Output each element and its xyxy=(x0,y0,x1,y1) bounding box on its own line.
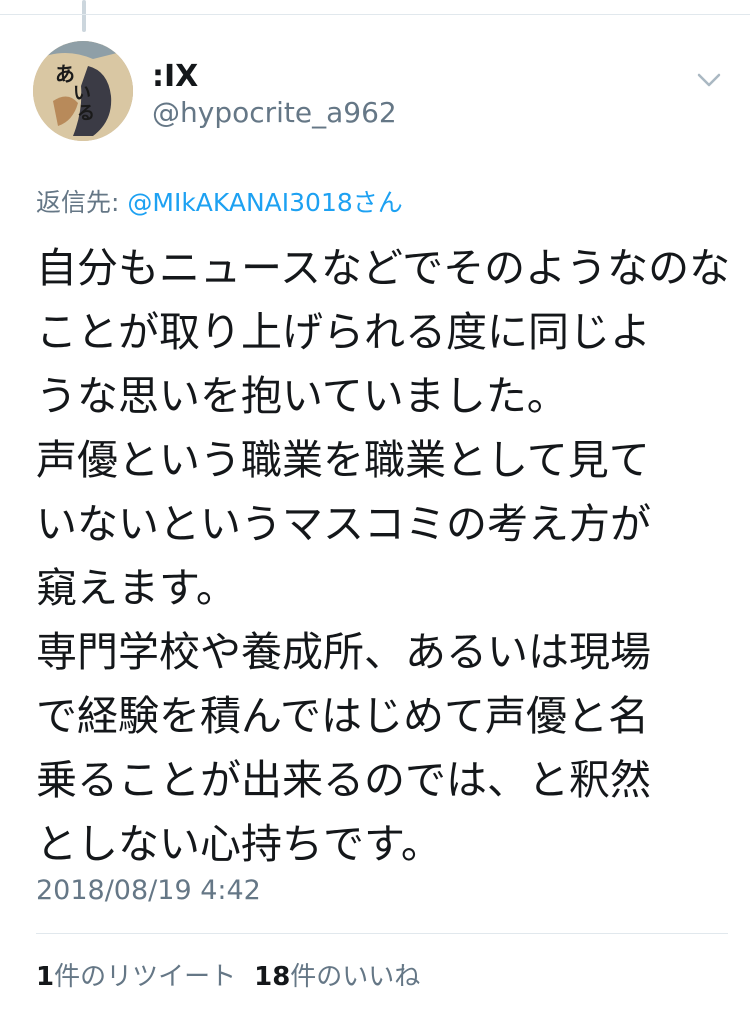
tweet-text-line: で経験を積んではじめて声優と名 xyxy=(36,692,649,740)
tweet-text-line: 自分もニュースなどでそのようなのな xyxy=(36,244,731,292)
tweet-text: 自分もニュースなどでそのようなのな ことが取り上げられる度に同じよ うな思いを抱… xyxy=(36,236,731,876)
engagement-stats: 1件のリツイート 18件のいいね xyxy=(36,960,420,994)
user-handle[interactable]: @hypocrite_a962 xyxy=(152,96,397,130)
retweet-count: 1 xyxy=(36,962,55,992)
reply-to-line: 返信先: @MIkAKANAI3018さん xyxy=(36,186,403,220)
tweet-text-line: 窺えます。 xyxy=(36,564,237,612)
avatar-image: あ い る xyxy=(33,41,133,141)
tweet-text-line: いないというマスコミの考え方が xyxy=(36,500,651,548)
reply-prefix: 返信先: xyxy=(36,188,128,217)
like-label: 件のいいね xyxy=(290,962,421,992)
display-name[interactable]: :IX xyxy=(152,60,198,94)
reply-mention-link[interactable]: @MIkAKANAI3018さん xyxy=(127,188,402,217)
svg-text:い: い xyxy=(73,83,91,104)
like-count: 18 xyxy=(254,962,291,992)
timestamp[interactable]: 2018/08/19 4:42 xyxy=(36,873,261,909)
stats-divider xyxy=(36,933,728,934)
top-divider xyxy=(0,14,750,15)
avatar[interactable]: あ い る xyxy=(33,41,133,141)
thread-connector-line xyxy=(82,0,86,32)
chevron-down-icon[interactable] xyxy=(693,64,725,96)
tweet-text-line: 声優という職業を職業として見て xyxy=(36,436,650,484)
tweet-text-line: ことが取り上げられる度に同じよ xyxy=(36,308,651,356)
tweet-text-line: うな思いを抱いていました。 xyxy=(36,372,568,420)
likes-stat[interactable]: 18件のいいね xyxy=(254,962,420,992)
tweet-text-line: としない心持ちです。 xyxy=(36,820,442,868)
tweet-text-line: 専門学校や養成所、あるいは現場 xyxy=(36,628,651,676)
tweet-text-line: 乗ることが出来るのでは、と釈然 xyxy=(36,756,651,804)
svg-text:る: る xyxy=(77,103,95,124)
retweets-stat[interactable]: 1件のリツイート xyxy=(36,962,236,992)
retweet-label: 件のリツイート xyxy=(54,962,237,992)
svg-text:あ: あ xyxy=(55,62,75,86)
